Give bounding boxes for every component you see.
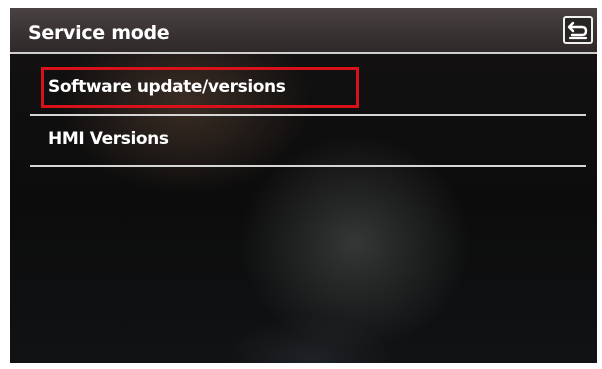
- display-bezel: Service mode Software update/versions HM…: [0, 0, 602, 369]
- back-arrow-icon: [567, 21, 588, 40]
- menu-item-hmi-versions[interactable]: HMI Versions: [30, 116, 586, 166]
- divider: [30, 165, 586, 167]
- title-bar: Service mode: [10, 8, 597, 54]
- menu-item-label: HMI Versions: [48, 129, 169, 149]
- selection-highlight-box: [41, 67, 359, 108]
- back-button[interactable]: [563, 16, 593, 44]
- infotainment-screen: Service mode Software update/versions HM…: [10, 8, 597, 363]
- page-title: Service mode: [28, 22, 170, 44]
